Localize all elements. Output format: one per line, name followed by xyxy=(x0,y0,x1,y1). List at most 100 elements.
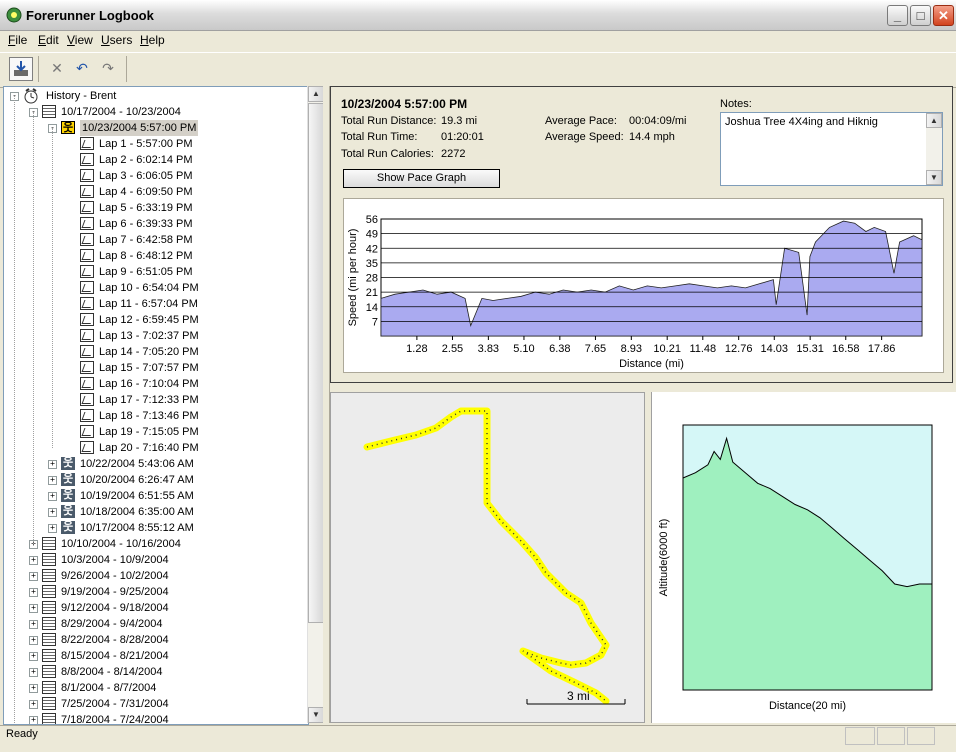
tree-lap[interactable]: Lap 11 - 6:57:04 PM xyxy=(4,296,304,312)
tree-week[interactable]: +8/8/2004 - 8/14/2004 xyxy=(4,664,304,680)
tree-lap[interactable]: Lap 14 - 7:05:20 PM xyxy=(4,344,304,360)
tree-lap[interactable]: Lap 13 - 7:02:37 PM xyxy=(4,328,304,344)
tree-lap[interactable]: Lap 17 - 7:12:33 PM xyxy=(4,392,304,408)
tree-run[interactable]: + 웃 10/18/2004 6:35:00 AM xyxy=(4,504,304,520)
close-button[interactable]: ✕ xyxy=(933,5,954,26)
tree-run[interactable]: + 웃 10/19/2004 6:51:55 AM xyxy=(4,488,304,504)
tree-week[interactable]: +9/19/2004 - 9/25/2004 xyxy=(4,584,304,600)
minimize-button[interactable]: _ xyxy=(887,5,908,26)
expand-toggle[interactable]: + xyxy=(29,700,38,709)
notes-label: Notes: xyxy=(720,98,752,110)
scroll-thumb[interactable] xyxy=(308,103,324,623)
tree-scrollbar[interactable]: ▲ ▼ xyxy=(307,86,324,723)
menu-view[interactable]: View xyxy=(67,33,93,47)
delete-button[interactable]: ✕ xyxy=(45,57,69,81)
tree-lap[interactable]: Lap 1 - 5:57:00 PM xyxy=(4,136,304,152)
tree-lap[interactable]: Lap 20 - 7:16:40 PM xyxy=(4,440,304,456)
tree-lap[interactable]: Lap 9 - 6:51:05 PM xyxy=(4,264,304,280)
x-tick-label: 10.21 xyxy=(653,343,681,355)
tree-run-label: 10/22/2004 5:43:06 AM xyxy=(80,458,194,470)
y-tick-label: 21 xyxy=(366,287,378,299)
tree-week[interactable]: +9/26/2004 - 10/2/2004 xyxy=(4,568,304,584)
x-tick-label: 15.31 xyxy=(796,343,824,355)
tree-lap[interactable]: Lap 6 - 6:39:33 PM xyxy=(4,216,304,232)
status-bar xyxy=(0,725,956,752)
tree-week[interactable]: +8/22/2004 - 8/28/2004 xyxy=(4,632,304,648)
tree-lap[interactable]: Lap 8 - 6:48:12 PM xyxy=(4,248,304,264)
undo-button[interactable]: ↶ xyxy=(70,57,94,81)
notes-textarea[interactable]: Joshua Tree 4X4ing and Hiknig ▲ ▼ xyxy=(720,112,943,186)
tree-run[interactable]: + 웃 10/22/2004 5:43:06 AM xyxy=(4,456,304,472)
expand-toggle[interactable]: + xyxy=(29,636,38,645)
tree-week-selected[interactable]: -10/17/2004 - 10/23/2004 xyxy=(4,104,304,120)
tree-week[interactable]: +8/15/2004 - 8/21/2004 xyxy=(4,648,304,664)
menu-file[interactable]: File xyxy=(8,33,27,47)
menu-edit[interactable]: Edit xyxy=(38,33,59,47)
tree-lap-label: Lap 12 - 6:59:45 PM xyxy=(99,314,199,326)
tree-lap[interactable]: Lap 19 - 7:15:05 PM xyxy=(4,424,304,440)
scroll-up-button[interactable]: ▲ xyxy=(308,86,324,102)
tree-week[interactable]: +7/25/2004 - 7/31/2004 xyxy=(4,696,304,712)
scroll-down-button[interactable]: ▼ xyxy=(308,707,324,723)
tree-week[interactable]: +10/10/2004 - 10/16/2004 xyxy=(4,536,304,552)
tree-run[interactable]: + 웃 10/20/2004 6:26:47 AM xyxy=(4,472,304,488)
expand-toggle[interactable]: + xyxy=(29,620,38,629)
expand-toggle[interactable]: + xyxy=(48,460,57,469)
tree-lap[interactable]: Lap 4 - 6:09:50 PM xyxy=(4,184,304,200)
tree-lap[interactable]: Lap 15 - 7:07:57 PM xyxy=(4,360,304,376)
expand-toggle[interactable]: + xyxy=(29,652,38,661)
x-tick-label: 5.10 xyxy=(513,343,534,355)
tree-lap[interactable]: Lap 16 - 7:10:04 PM xyxy=(4,376,304,392)
calendar-week-icon xyxy=(42,569,56,582)
menu-users[interactable]: Users xyxy=(101,33,132,47)
tree-lap[interactable]: Lap 7 - 6:42:58 PM xyxy=(4,232,304,248)
expand-toggle[interactable]: + xyxy=(48,476,57,485)
notes-scroll-up[interactable]: ▲ xyxy=(926,113,942,128)
tree-week-label: 8/15/2004 - 8/21/2004 xyxy=(61,650,169,662)
altitude-chart: Distance(20 mi) Altitude(6000 ft) xyxy=(658,424,933,712)
tree-week[interactable]: +8/29/2004 - 9/4/2004 xyxy=(4,616,304,632)
tree-week[interactable]: +8/1/2004 - 8/7/2004 xyxy=(4,680,304,696)
tree-lap[interactable]: Lap 2 - 6:02:14 PM xyxy=(4,152,304,168)
expand-toggle[interactable]: + xyxy=(29,556,38,565)
tree-lap[interactable]: Lap 12 - 6:59:45 PM xyxy=(4,312,304,328)
notes-scrollbar[interactable]: ▲ ▼ xyxy=(926,113,942,185)
expand-toggle[interactable]: + xyxy=(29,716,38,724)
menu-help[interactable]: Help xyxy=(140,33,165,47)
expand-toggle[interactable]: + xyxy=(48,508,57,517)
calendar-week-icon xyxy=(42,617,56,630)
calendar-week-icon xyxy=(42,633,56,646)
status-pane xyxy=(845,727,875,745)
x-tick-label: 14.03 xyxy=(761,343,789,355)
run-title: 10/23/2004 5:57:00 PM xyxy=(341,97,468,111)
notes-scroll-down[interactable]: ▼ xyxy=(926,170,942,185)
expand-toggle[interactable]: + xyxy=(29,588,38,597)
tree-lap[interactable]: Lap 10 - 6:54:04 PM xyxy=(4,280,304,296)
vertical-splitter[interactable] xyxy=(323,86,330,723)
tree-run-selected[interactable]: - 웃 10/23/2004 5:57:00 PM xyxy=(4,120,304,136)
tree-run-label: 10/17/2004 8:55:12 AM xyxy=(80,522,194,534)
tree-run[interactable]: + 웃 10/17/2004 8:55:12 AM xyxy=(4,520,304,536)
tree-lap[interactable]: Lap 3 - 6:06:05 PM xyxy=(4,168,304,184)
expand-toggle[interactable]: + xyxy=(29,572,38,581)
redo-button[interactable]: ↷ xyxy=(96,57,120,81)
expand-toggle[interactable]: + xyxy=(48,524,57,533)
expand-toggle[interactable]: + xyxy=(48,492,57,501)
import-button[interactable] xyxy=(9,57,33,81)
tree-root[interactable]: - History - Brent xyxy=(4,88,304,104)
expand-toggle[interactable]: + xyxy=(29,604,38,613)
y-tick-label: 56 xyxy=(366,214,378,226)
tree-week[interactable]: +10/3/2004 - 10/9/2004 xyxy=(4,552,304,568)
tree-lap[interactable]: Lap 5 - 6:33:19 PM xyxy=(4,200,304,216)
maximize-button[interactable]: □ xyxy=(910,5,931,26)
show-pace-graph-button[interactable]: Show Pace Graph xyxy=(343,169,500,188)
tree-lap-label: Lap 13 - 7:02:37 PM xyxy=(99,330,199,342)
y-tick-label: 42 xyxy=(366,243,378,255)
tree-connector xyxy=(52,128,53,448)
tree-week[interactable]: +9/12/2004 - 9/18/2004 xyxy=(4,600,304,616)
expand-toggle[interactable]: + xyxy=(29,668,38,677)
tree-lap[interactable]: Lap 18 - 7:13:46 PM xyxy=(4,408,304,424)
route-map[interactable]: 3 mi xyxy=(330,392,645,723)
tree-week[interactable]: +7/18/2004 - 7/24/2004 xyxy=(4,712,304,724)
expand-toggle[interactable]: + xyxy=(29,684,38,693)
